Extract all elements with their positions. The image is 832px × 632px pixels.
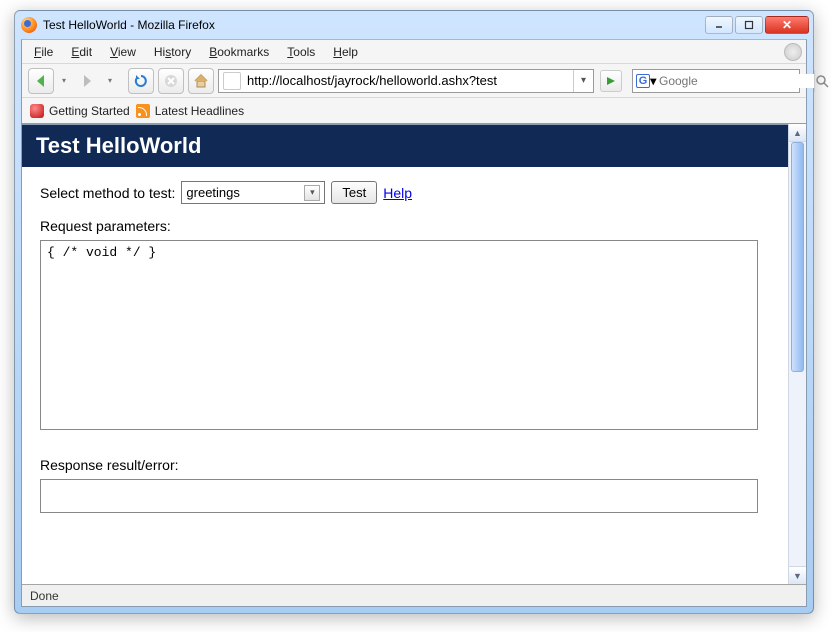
request-params-label: Request parameters: <box>40 218 770 234</box>
forward-history-dropdown[interactable]: ▾ <box>104 68 116 94</box>
response-label: Response result/error: <box>40 457 770 473</box>
window-title: Test HelloWorld - Mozilla Firefox <box>43 18 705 32</box>
titlebar: Test HelloWorld - Mozilla Firefox ✕ <box>15 11 813 39</box>
vertical-scrollbar[interactable]: ▲ ▼ <box>788 124 806 584</box>
scroll-down-button[interactable]: ▼ <box>789 566 806 584</box>
reload-button[interactable] <box>128 68 154 94</box>
scroll-thumb[interactable] <box>791 142 804 372</box>
status-text: Done <box>30 589 59 603</box>
menu-history[interactable]: History <box>146 42 199 62</box>
url-history-dropdown[interactable]: ▾ <box>573 70 593 92</box>
test-button[interactable]: Test <box>331 181 377 204</box>
window-controls: ✕ <box>705 16 809 34</box>
search-input[interactable] <box>659 74 814 88</box>
content-area: Test HelloWorld Select method to test: g… <box>22 124 806 584</box>
back-button[interactable] <box>28 68 54 94</box>
browser-chrome: File Edit View History Bookmarks Tools H… <box>21 39 807 607</box>
close-button[interactable]: ✕ <box>765 16 809 34</box>
menu-view[interactable]: View <box>102 42 144 62</box>
bookmark-label: Latest Headlines <box>155 104 244 118</box>
method-select-value: greetings <box>186 185 239 200</box>
go-button[interactable] <box>600 70 622 92</box>
stop-button[interactable] <box>158 68 184 94</box>
bookmark-getting-started[interactable]: Getting Started <box>30 104 130 118</box>
url-bar: ▾ <box>218 69 594 93</box>
scroll-up-button[interactable]: ▲ <box>789 124 806 142</box>
firefox-icon <box>21 17 37 33</box>
menu-tools[interactable]: Tools <box>279 42 323 62</box>
page-body: Select method to test: greetings ▾ Test … <box>22 167 788 530</box>
menu-bar: File Edit View History Bookmarks Tools H… <box>22 40 806 64</box>
back-history-dropdown[interactable]: ▾ <box>58 68 70 94</box>
chevron-down-icon: ▾ <box>304 185 320 201</box>
help-link[interactable]: Help <box>383 185 412 201</box>
menu-edit[interactable]: Edit <box>63 42 100 62</box>
firefox-window: Test HelloWorld - Mozilla Firefox ✕ File… <box>14 10 814 614</box>
bookmark-icon <box>30 104 44 118</box>
search-go-button[interactable] <box>814 70 829 92</box>
search-bar: G▾ <box>632 69 800 93</box>
home-button[interactable] <box>188 68 214 94</box>
menu-help[interactable]: Help <box>325 42 366 62</box>
menu-bookmarks[interactable]: Bookmarks <box>201 42 277 62</box>
search-engine-icon[interactable]: G▾ <box>637 72 655 90</box>
page-viewport: Test HelloWorld Select method to test: g… <box>22 124 788 584</box>
page-icon <box>223 72 241 90</box>
bookmarks-toolbar: Getting Started Latest Headlines <box>22 98 806 124</box>
nav-toolbar: ▾ ▾ ▾ G▾ <box>22 64 806 98</box>
bookmark-label: Getting Started <box>49 104 130 118</box>
maximize-button[interactable] <box>735 16 763 34</box>
select-method-label: Select method to test: <box>40 185 175 201</box>
rss-icon <box>136 104 150 118</box>
method-select[interactable]: greetings ▾ <box>181 181 325 204</box>
menu-file[interactable]: File <box>26 42 61 62</box>
bookmark-latest-headlines[interactable]: Latest Headlines <box>136 104 244 118</box>
url-input[interactable] <box>245 71 573 91</box>
response-textarea[interactable] <box>40 479 758 513</box>
throbber-icon <box>784 43 802 61</box>
forward-button[interactable] <box>74 68 100 94</box>
page-heading: Test HelloWorld <box>22 124 788 167</box>
request-params-textarea[interactable] <box>40 240 758 430</box>
status-bar: Done <box>22 584 806 606</box>
minimize-button[interactable] <box>705 16 733 34</box>
